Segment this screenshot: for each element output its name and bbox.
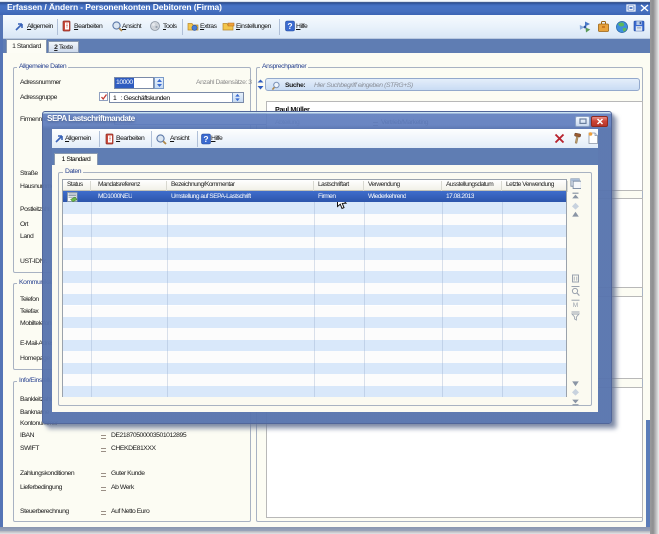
svg-text:?: ? (203, 134, 208, 144)
svg-text:M: M (573, 302, 578, 308)
svg-text:?: ? (287, 21, 292, 31)
